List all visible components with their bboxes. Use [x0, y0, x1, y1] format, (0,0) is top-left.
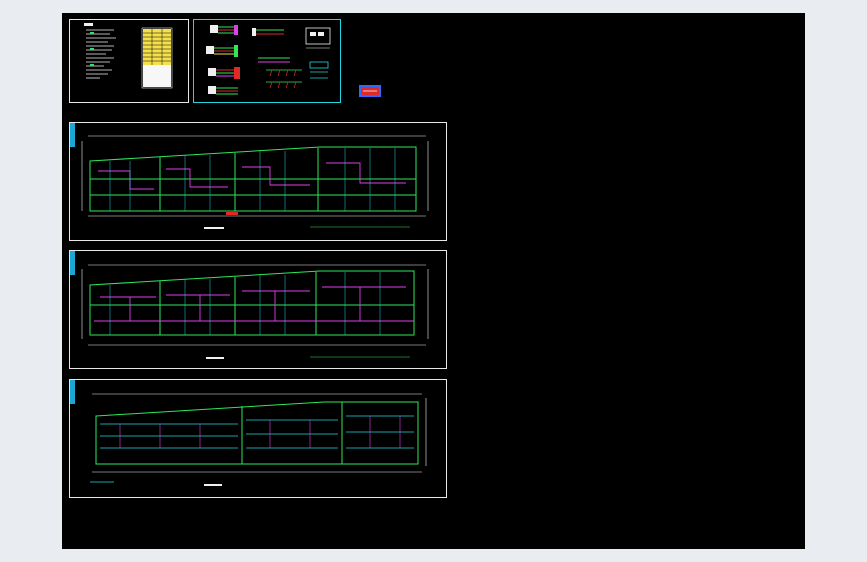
riser-group-2 — [206, 45, 238, 57]
drawing-title — [204, 484, 222, 486]
floor-plan-1[interactable] — [69, 122, 447, 241]
legend-block[interactable] — [359, 85, 381, 97]
cad-model-space[interactable] — [62, 13, 805, 549]
floor-plan-2-drawing — [81, 264, 429, 359]
red-blue-legend-icon — [359, 85, 381, 97]
pipe-routes — [100, 415, 414, 449]
riser-group-1 — [210, 25, 238, 35]
sheet-tab-marker — [70, 123, 75, 147]
wall-lines — [90, 272, 414, 335]
branch-diagram-middle — [252, 28, 302, 89]
riser-group-4 — [208, 86, 238, 95]
pipe-routes — [94, 286, 414, 322]
floor-plan-3[interactable] — [69, 379, 447, 498]
floor-plan-2[interactable] — [69, 250, 447, 369]
panel-detail — [305, 27, 331, 79]
system-diagram-drawing — [206, 25, 331, 95]
floor-plan-3-drawing — [90, 393, 427, 486]
floor-plan-1-drawing — [81, 135, 429, 229]
dimension-lines — [81, 135, 429, 217]
drawing-title — [206, 357, 224, 359]
legend-sheet-drawing — [84, 23, 173, 89]
system-diagram-sheet[interactable] — [193, 19, 341, 103]
legend-sheet[interactable] — [69, 19, 189, 103]
sheet-tab-marker — [70, 380, 75, 404]
drawing-title — [204, 227, 224, 229]
wall-lines — [90, 148, 416, 211]
wall-lines — [241, 402, 343, 464]
riser-group-3 — [208, 67, 240, 79]
notes-text-block — [84, 23, 116, 79]
sheet-tab-marker — [70, 251, 75, 275]
building-outline — [89, 270, 415, 336]
equipment-table — [141, 27, 173, 89]
entrance-marker — [226, 212, 238, 215]
pipe-routes — [98, 162, 406, 190]
